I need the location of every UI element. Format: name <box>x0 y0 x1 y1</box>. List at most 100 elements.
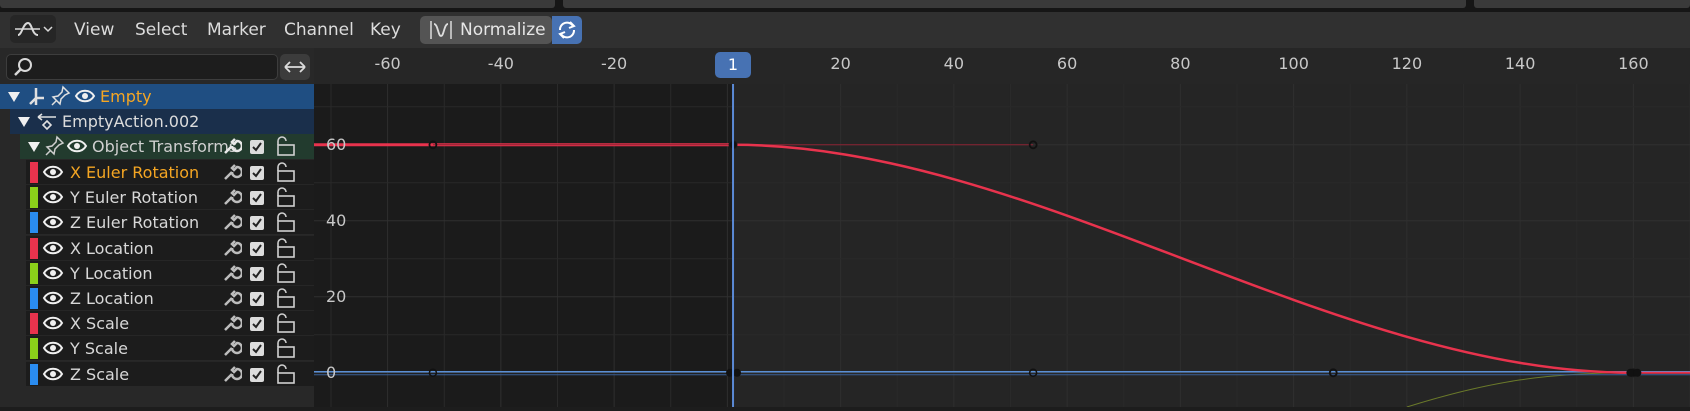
wrench-icon[interactable] <box>220 160 242 185</box>
auto-normalize-toggle[interactable] <box>552 16 582 44</box>
wrench-icon[interactable] <box>220 236 242 261</box>
checkbox-icon[interactable] <box>246 210 268 235</box>
channel-row[interactable]: Y Euler Rotation <box>26 184 314 210</box>
checkbox-icon[interactable] <box>246 261 268 286</box>
keyframe-point <box>1626 368 1635 377</box>
menu-channel[interactable]: Channel <box>276 16 362 44</box>
frame-tick-label: 140 <box>1504 54 1536 73</box>
area-corner-right[interactable] <box>1474 0 1690 8</box>
eye-icon[interactable] <box>42 311 64 336</box>
wrench-icon[interactable] <box>220 261 242 286</box>
disclosure-triangle-icon[interactable] <box>24 134 44 159</box>
channel-row[interactable]: Y Scale <box>26 335 314 361</box>
lock-icon[interactable] <box>272 210 298 235</box>
wrench-icon[interactable] <box>220 185 242 210</box>
search-input[interactable] <box>37 57 271 79</box>
channel-color-swatch <box>30 288 38 309</box>
editor-type-selector[interactable] <box>10 15 56 43</box>
wrench-icon[interactable] <box>220 134 242 159</box>
search-icon <box>14 58 32 76</box>
lock-icon[interactable] <box>272 185 298 210</box>
frame-tick-label: -20 <box>601 54 628 73</box>
lock-icon[interactable] <box>272 261 298 286</box>
lock-icon[interactable] <box>272 160 298 185</box>
eye-icon[interactable] <box>42 261 64 286</box>
channel-name: Y Scale <box>70 339 128 359</box>
checkbox-icon[interactable] <box>246 160 268 185</box>
eye-icon[interactable] <box>42 210 64 235</box>
channel-action-row[interactable]: EmptyAction.002 <box>10 109 314 134</box>
lock-icon[interactable] <box>272 311 298 336</box>
object-name: Empty <box>100 87 152 106</box>
group-name: Object Transforms <box>92 137 238 156</box>
frame-tick-label: 120 <box>1391 54 1423 73</box>
channel-row[interactable]: X Scale <box>26 310 314 336</box>
eye-icon[interactable] <box>42 160 64 185</box>
eye-icon[interactable] <box>74 84 96 109</box>
eye-icon[interactable] <box>42 336 64 361</box>
wrench-icon[interactable] <box>220 362 242 387</box>
lock-icon[interactable] <box>272 336 298 361</box>
pin-icon[interactable] <box>50 84 72 109</box>
eye-icon[interactable] <box>42 362 64 387</box>
lock-icon[interactable] <box>272 362 298 387</box>
frame-ruler[interactable] <box>314 48 1690 84</box>
checkbox-icon[interactable] <box>246 336 268 361</box>
disclosure-triangle-icon[interactable] <box>14 109 34 134</box>
eye-icon[interactable] <box>42 286 64 311</box>
eye-icon[interactable] <box>42 236 64 261</box>
channel-color-swatch <box>30 237 38 259</box>
channel-color-swatch <box>30 363 38 385</box>
graph-canvas[interactable] <box>314 84 1690 411</box>
channel-color-swatch <box>30 313 38 335</box>
lock-icon[interactable] <box>272 236 298 261</box>
channel-color-swatch <box>30 262 38 284</box>
wrench-icon[interactable] <box>220 311 242 336</box>
pre-range-background <box>314 84 734 407</box>
channel-row[interactable]: Z Scale <box>26 360 314 387</box>
menu-key[interactable]: Key <box>362 16 409 44</box>
graph-editor-icon <box>15 21 53 36</box>
checkbox-icon[interactable] <box>246 185 268 210</box>
area-corner-left[interactable] <box>0 0 555 8</box>
wrench-icon[interactable] <box>220 286 242 311</box>
action-icon <box>37 113 56 131</box>
keyframe-point <box>1633 368 1642 377</box>
channel-name: Z Location <box>70 289 154 308</box>
invert-filter-button[interactable] <box>280 54 310 80</box>
value-tick-label: 40 <box>326 210 347 230</box>
lock-icon[interactable] <box>272 286 298 311</box>
channel-name: Y Euler Rotation <box>70 188 198 208</box>
normalize-button[interactable]: Normalize <box>420 16 552 44</box>
frame-tick-label: 160 <box>1618 54 1649 73</box>
channel-color-swatch <box>30 338 38 360</box>
menu-marker[interactable]: Marker <box>199 16 274 44</box>
channel-row[interactable]: Y Location <box>26 259 314 286</box>
checkbox-icon[interactable] <box>246 286 268 311</box>
channel-row[interactable]: X Euler Rotation <box>26 159 314 184</box>
value-tick-label: 60 <box>326 134 347 154</box>
wrench-icon[interactable] <box>220 210 242 235</box>
current-frame-indicator[interactable]: 1 <box>715 52 752 78</box>
lock-icon[interactable] <box>272 134 298 159</box>
channel-row[interactable]: X Location <box>26 234 314 261</box>
eye-icon[interactable] <box>42 185 64 210</box>
channel-name: Z Euler Rotation <box>70 213 200 233</box>
pin-icon[interactable] <box>44 134 66 159</box>
channel-row[interactable]: Z Euler Rotation <box>26 209 314 235</box>
menu-select[interactable]: Select <box>127 16 195 44</box>
graph-area[interactable] <box>314 84 1690 411</box>
checkbox-icon[interactable] <box>246 134 268 159</box>
checkbox-icon[interactable] <box>246 362 268 387</box>
disclosure-triangle-icon[interactable] <box>4 84 24 109</box>
channel-group-row[interactable]: Object Transforms <box>20 134 314 159</box>
wrench-icon[interactable] <box>220 336 242 361</box>
channel-object-row[interactable]: Empty <box>0 84 314 109</box>
checkbox-icon[interactable] <box>246 311 268 336</box>
channel-row[interactable]: Z Location <box>26 285 314 310</box>
channel-search-field[interactable] <box>6 54 278 80</box>
area-corner-mid[interactable] <box>563 0 1466 8</box>
menu-view[interactable]: View <box>66 16 122 44</box>
eye-icon[interactable] <box>66 134 88 159</box>
checkbox-icon[interactable] <box>246 236 268 261</box>
